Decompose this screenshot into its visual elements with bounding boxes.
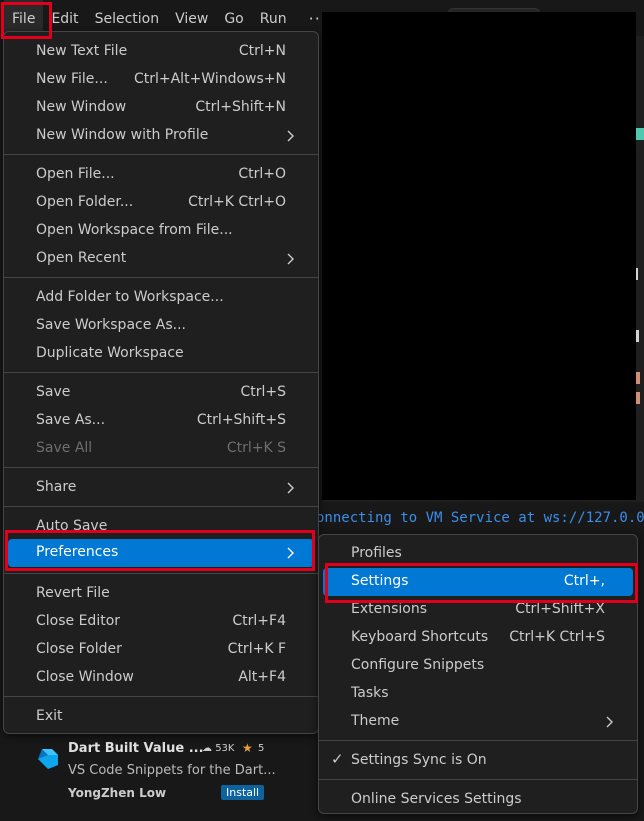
chevron-right-icon: [606, 716, 613, 728]
submenu-item-online-services-settings[interactable]: Online Services Settings: [323, 786, 633, 814]
menu-item-revert-file[interactable]: Revert File: [8, 580, 314, 608]
menu-item-open-recent[interactable]: Open Recent: [8, 245, 314, 273]
menu-separator: [4, 372, 318, 373]
cloud-download-icon: ☁: [202, 743, 212, 754]
submenu-item-configure-snippets[interactable]: Configure Snippets: [323, 652, 633, 680]
chevron-right-icon: [287, 130, 294, 142]
submenu-item-tasks[interactable]: Tasks: [323, 680, 633, 708]
chevron-right-icon: [287, 253, 294, 265]
menu-item-save-workspace-as[interactable]: Save Workspace As...: [8, 312, 314, 340]
menu-item-duplicate-workspace[interactable]: Duplicate Workspace: [8, 340, 314, 368]
submenu-item-settings[interactable]: Settings Ctrl+,: [323, 568, 633, 596]
terminal-output: onnecting to VM Service at ws://127.0.0.: [316, 510, 644, 526]
submenu-item-theme[interactable]: Theme: [323, 708, 633, 736]
menu-item-save[interactable]: Save Ctrl+S: [8, 379, 314, 407]
editor-code-edge: [636, 36, 644, 506]
install-button[interactable]: Install: [221, 785, 265, 800]
file-menu: New Text File Ctrl+N New File... Ctrl+Al…: [3, 31, 319, 734]
menu-item-new-window[interactable]: New Window Ctrl+Shift+N: [8, 94, 314, 122]
preferences-submenu: Profiles Settings Ctrl+, Extensions Ctrl…: [318, 534, 638, 814]
menu-item-close-editor[interactable]: Close Editor Ctrl+F4: [8, 608, 314, 636]
chevron-right-icon: [287, 482, 294, 494]
chevron-right-icon: [287, 547, 294, 559]
menu-separator: [4, 696, 318, 697]
menu-item-add-folder-to-workspace[interactable]: Add Folder to Workspace...: [8, 284, 314, 312]
menu-item-share[interactable]: Share: [8, 474, 314, 502]
menu-item-new-text-file[interactable]: New Text File Ctrl+N: [8, 38, 314, 66]
submenu-item-profiles[interactable]: Profiles: [323, 540, 633, 568]
editor-preview-area: [322, 12, 636, 500]
menu-item-new-file[interactable]: New File... Ctrl+Alt+Windows+N: [8, 66, 314, 94]
menu-separator: [4, 154, 318, 155]
star-icon: ★: [242, 741, 253, 755]
menu-separator: [4, 573, 318, 574]
submenu-item-settings-sync[interactable]: ✓ Settings Sync is On: [323, 747, 633, 775]
menu-separator: [4, 467, 318, 468]
extension-card[interactable]: Dart Built Value ... ☁ 53K ★ 5 VS Code S…: [30, 735, 280, 805]
check-icon: ✓: [331, 750, 344, 768]
rating-value: 5: [258, 743, 265, 754]
menu-separator: [319, 779, 637, 780]
menu-item-open-folder[interactable]: Open Folder... Ctrl+K Ctrl+O: [8, 189, 314, 217]
menu-item-save-all: Save All Ctrl+K S: [36, 440, 286, 456]
menu-item-save-as[interactable]: Save As... Ctrl+Shift+S: [8, 407, 314, 435]
menu-item-close-folder[interactable]: Close Folder Ctrl+K F: [8, 636, 314, 664]
menu-item-close-window[interactable]: Close Window Alt+F4: [8, 664, 314, 692]
menu-item-new-window-with-profile[interactable]: New Window with Profile: [8, 122, 314, 150]
menu-item-open-file[interactable]: Open File... Ctrl+O: [8, 161, 314, 189]
extension-name: Dart Built Value ...: [68, 741, 204, 756]
submenu-item-extensions[interactable]: Extensions Ctrl+Shift+X: [323, 596, 633, 624]
extension-description: VS Code Snippets for the Dart...: [68, 763, 276, 778]
menu-item-open-workspace-from-file[interactable]: Open Workspace from File...: [8, 217, 314, 245]
menu-item-preferences[interactable]: Preferences: [8, 539, 314, 567]
extension-author: YongZhen Low: [68, 786, 167, 800]
menu-separator: [4, 506, 318, 507]
menu-separator: [319, 740, 637, 741]
menu-separator: [4, 277, 318, 278]
submenu-item-keyboard-shortcuts[interactable]: Keyboard Shortcuts Ctrl+K Ctrl+S: [323, 624, 633, 652]
dart-logo-icon: [38, 749, 58, 769]
menu-item-exit[interactable]: Exit: [8, 703, 314, 731]
menu-item-auto-save[interactable]: Auto Save: [8, 513, 314, 541]
download-count: ☁ 53K: [202, 743, 235, 754]
